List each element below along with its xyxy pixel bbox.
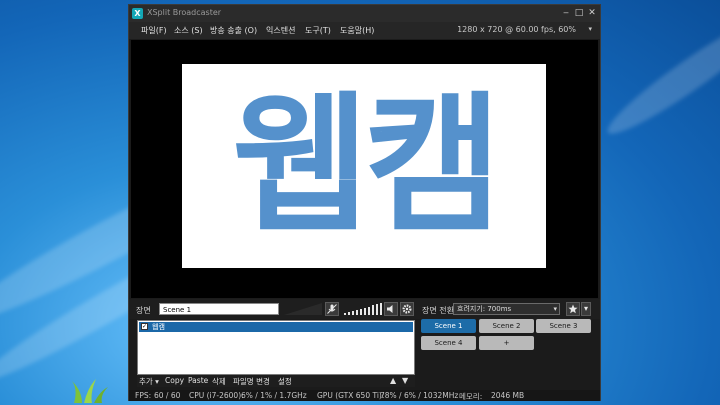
mic-muted-icon[interactable] — [325, 302, 339, 316]
menu-help[interactable]: 도움말(H) — [340, 25, 374, 36]
memory-label: 메모리: — [459, 392, 483, 401]
status-bar: FPS: 60 / 60 CPU (i7-2600): 6% / 1% / 1.… — [129, 390, 600, 401]
resolution-readout[interactable]: 1280 x 720 @ 60.00 fps, 60% — [457, 25, 576, 34]
scene-button-3[interactable]: Scene 3 — [536, 319, 591, 333]
menu-file[interactable]: 파일(F) — [141, 25, 167, 36]
transition-value: 흐려지기: 700ms — [457, 305, 512, 313]
wallpaper-streak — [599, 5, 720, 145]
menu-broadcast[interactable]: 방송 송출 (O) — [210, 25, 257, 36]
source-visible-checkbox[interactable]: ✓ — [141, 323, 148, 330]
fps-value: 60 / 60 — [154, 391, 181, 400]
maximize-button[interactable]: □ — [573, 7, 585, 19]
source-toolbar: 추가 ▾ Copy Paste 삭제 파일명 변경 설정 ▲ ▼ — [137, 375, 415, 387]
gear-icon[interactable] — [400, 302, 414, 316]
menu-extensions[interactable]: 익스텐션 — [266, 25, 295, 36]
settings-button[interactable]: 설정 — [278, 376, 292, 387]
gpu-label: GPU (GTX 650 Ti): — [317, 391, 385, 400]
scene-button-1[interactable]: Scene 1 — [421, 319, 476, 333]
move-up-button[interactable]: ▲ — [390, 376, 396, 385]
rename-button[interactable]: 파일명 변경 — [233, 376, 270, 387]
source-list[interactable]: ✓ 웹캠 — [137, 320, 415, 375]
transition-dropdown-icon[interactable]: ▾ — [581, 302, 591, 316]
transition-label: 장면 전환 — [422, 306, 454, 315]
menu-bar: 파일(F) 소스 (S) 방송 송출 (O) 익스텐션 도구(T) 도움말(H)… — [129, 22, 600, 39]
cpu-label: CPU (i7-2600): — [189, 391, 244, 400]
speaker-volume-meter[interactable] — [344, 303, 382, 315]
add-source-button[interactable]: 추가 ▾ — [139, 376, 159, 387]
webcam-source-text: 웹캠 — [231, 79, 502, 253]
copy-button[interactable]: Copy — [165, 376, 184, 385]
menu-source[interactable]: 소스 (S) — [174, 25, 203, 36]
scene-name-input[interactable]: Scene 1 — [159, 303, 279, 315]
speaker-icon[interactable] — [384, 302, 398, 316]
memory-value: 2046 MB — [491, 391, 525, 400]
delete-button[interactable]: 삭제 — [212, 376, 226, 387]
mic-volume-meter[interactable] — [284, 303, 322, 315]
cpu-value: 6% / 1% / 1.7GHz — [241, 391, 307, 400]
wallpaper-grass — [72, 379, 108, 403]
scene-label: 장면 — [136, 306, 151, 315]
preview-area: 웹캠 — [131, 40, 598, 298]
source-item-label: 웹캠 — [152, 323, 165, 331]
scene-control-row: 장면 Scene 1 장면 전환 흐려지기: 700ms ▾ ▾ — [129, 299, 600, 319]
chevron-down-icon: ▾ — [553, 305, 557, 313]
minimize-button[interactable]: ‒ — [560, 7, 572, 19]
resolution-caret-icon[interactable]: ▾ — [588, 25, 592, 33]
menu-tools[interactable]: 도구(T) — [305, 25, 331, 36]
add-scene-button[interactable]: + — [479, 336, 534, 350]
list-item[interactable]: ✓ 웹캠 — [139, 322, 413, 332]
fps-label: FPS: — [135, 391, 152, 400]
window-title: XSplit Broadcaster — [147, 8, 222, 17]
close-button[interactable]: ✕ — [586, 7, 598, 19]
transition-select[interactable]: 흐려지기: 700ms ▾ — [453, 303, 560, 315]
scene-button-2[interactable]: Scene 2 — [479, 319, 534, 333]
gpu-value: 78% / 6% / 1032MHz — [380, 391, 459, 400]
paste-button[interactable]: Paste — [188, 376, 208, 385]
title-bar: X XSplit Broadcaster ‒ □ ✕ — [129, 5, 600, 22]
xsplit-window: X XSplit Broadcaster ‒ □ ✕ 파일(F) 소스 (S) … — [128, 4, 601, 401]
transition-star-icon[interactable] — [566, 302, 580, 316]
xsplit-logo-icon: X — [132, 8, 143, 19]
scene-button-4[interactable]: Scene 4 — [421, 336, 476, 350]
move-down-button[interactable]: ▼ — [402, 376, 408, 385]
preview-canvas[interactable]: 웹캠 — [182, 64, 546, 268]
